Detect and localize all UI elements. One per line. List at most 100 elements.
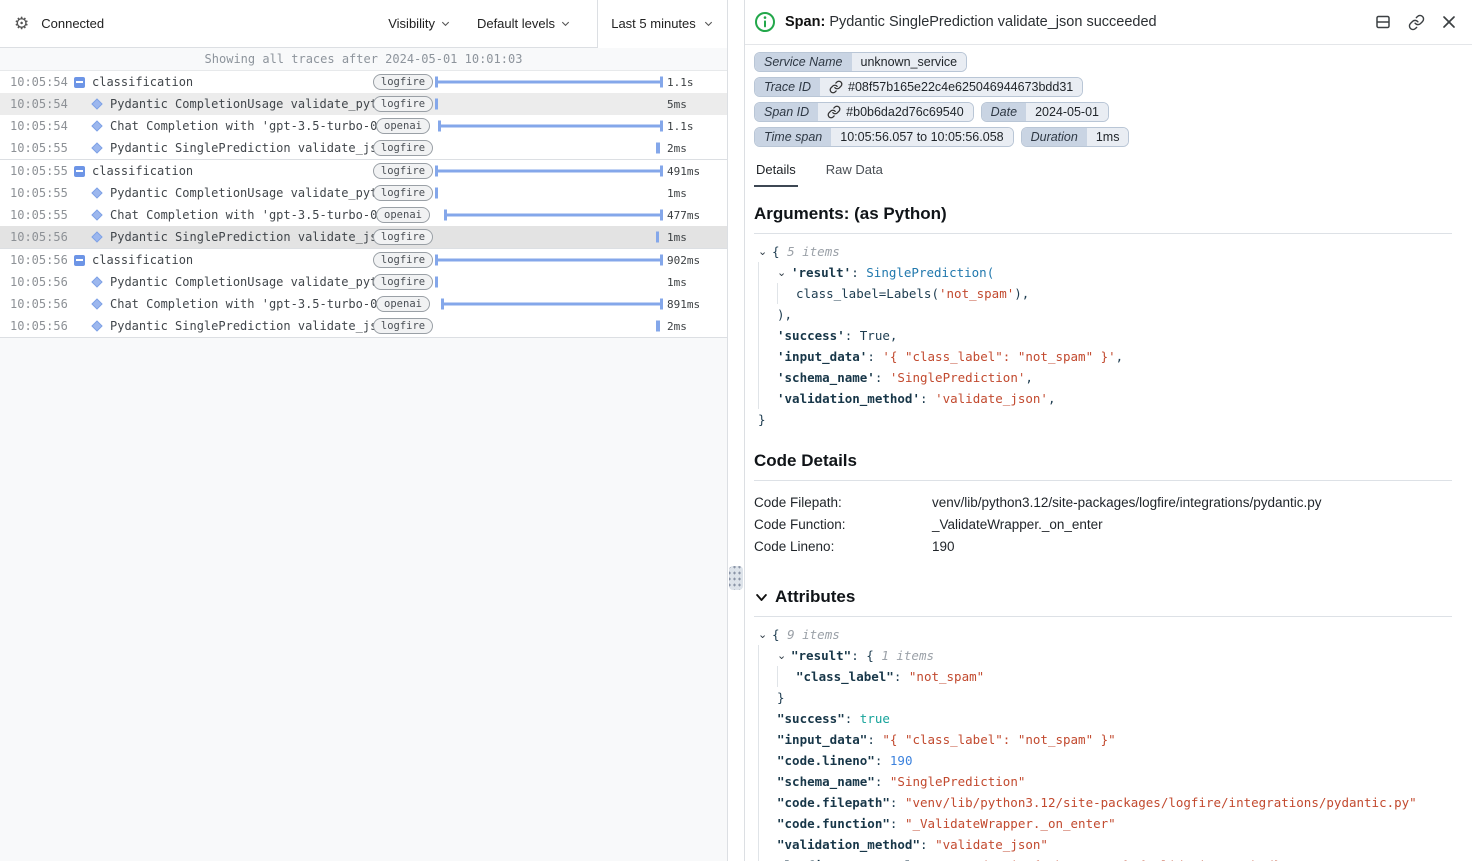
trace-timestamp: 10:05:56 bbox=[10, 275, 66, 289]
gear-icon[interactable]: ⚙ bbox=[14, 15, 29, 32]
trace-row[interactable]: 10:05:54 classification logfire 1.1s bbox=[0, 71, 727, 93]
trace-timestamp: 10:05:55 bbox=[10, 208, 66, 222]
code-token: : bbox=[875, 367, 890, 388]
copy-link-icon[interactable] bbox=[1408, 14, 1425, 31]
drag-handle[interactable] bbox=[729, 566, 743, 590]
code-token: class_label=Labels( bbox=[796, 283, 939, 304]
indent-guide bbox=[758, 813, 777, 834]
visibility-dropdown[interactable]: Visibility bbox=[388, 16, 451, 31]
chip-value: #08f57b165e22c4e625046944673bdd31 bbox=[820, 78, 1082, 96]
span-kind-icon bbox=[90, 189, 104, 197]
code-token: "code.filepath" bbox=[777, 792, 890, 813]
scope-badge: logfire bbox=[373, 252, 433, 268]
trace-timestamp: 10:05:54 bbox=[10, 119, 66, 133]
trace-row[interactable]: 10:05:55 classification logfire 491ms bbox=[0, 160, 727, 182]
duration-bar-track bbox=[435, 71, 663, 93]
duration-bar bbox=[435, 255, 663, 266]
chevron-down-icon bbox=[754, 590, 769, 605]
panel-layout-icon[interactable] bbox=[1375, 14, 1391, 30]
scope-badge-wrap: openai bbox=[379, 296, 427, 312]
indent-guide bbox=[758, 325, 777, 346]
code-line: "class_label": "not_spam" bbox=[758, 666, 1452, 687]
code-token: "SinglePrediction" bbox=[890, 771, 1025, 792]
code-token: 'validate_json' bbox=[935, 388, 1048, 409]
collapse-toggle-icon[interactable] bbox=[72, 77, 86, 88]
code-token: "venv/lib/python3.12/site-packages/logfi… bbox=[905, 792, 1417, 813]
code-token: true bbox=[860, 708, 890, 729]
indent-guide bbox=[758, 645, 777, 666]
code-token: "not_spam" bbox=[909, 666, 984, 687]
scope-badge-wrap: openai bbox=[379, 207, 427, 223]
trace-row[interactable]: 10:05:56 Pydantic CompletionUsage valida… bbox=[0, 271, 727, 293]
duration-bar-track bbox=[435, 137, 663, 159]
code-token: : bbox=[943, 855, 958, 861]
kv-label: Code Function: bbox=[754, 514, 932, 536]
code-line: 'input_data': '{ "class_label": "not_spa… bbox=[758, 346, 1452, 367]
trace-id-chip[interactable]: Trace ID #08f57b165e22c4e625046944673bdd… bbox=[754, 77, 1083, 97]
section-divider bbox=[754, 480, 1452, 481]
trace-row-selected[interactable]: 10:05:56 Pydantic SinglePrediction valid… bbox=[0, 226, 727, 248]
trace-row[interactable]: 10:05:55 Chat Completion with 'gpt-3.5-t… bbox=[0, 204, 727, 226]
trace-row[interactable]: 10:05:56 classification logfire 902ms bbox=[0, 249, 727, 271]
chip-label: Time span bbox=[755, 128, 831, 146]
collapse-caret-icon[interactable]: ⌄ bbox=[777, 262, 791, 283]
trace-group: 10:05:54 classification logfire 1.1s 10:… bbox=[0, 71, 727, 160]
scope-badge-wrap: logfire bbox=[379, 229, 427, 245]
diamond-icon bbox=[91, 276, 102, 287]
span-title: Span: Pydantic SinglePrediction validate… bbox=[785, 14, 1366, 30]
code-token: : bbox=[845, 708, 860, 729]
indent-guide bbox=[758, 666, 777, 687]
minus-square-icon bbox=[74, 166, 85, 177]
trace-row[interactable]: 10:05:54 Pydantic CompletionUsage valida… bbox=[0, 93, 727, 115]
trace-row[interactable]: 10:05:56 Chat Completion with 'gpt-3.5-t… bbox=[0, 293, 727, 315]
trace-row[interactable]: 10:05:54 Chat Completion with 'gpt-3.5-t… bbox=[0, 115, 727, 137]
collapse-caret-icon[interactable]: ⌄ bbox=[758, 624, 772, 645]
duration-label: 902ms bbox=[667, 254, 723, 267]
duration-bar bbox=[441, 299, 663, 310]
span-detail-panel: Span: Pydantic SinglePrediction validate… bbox=[744, 0, 1472, 861]
trace-row[interactable]: 10:05:55 Pydantic SinglePrediction valid… bbox=[0, 137, 727, 159]
scope-badge-wrap: logfire bbox=[379, 185, 427, 201]
minus-square-icon bbox=[74, 255, 85, 266]
duration-bar bbox=[435, 188, 438, 199]
span-name: Chat Completion with 'gpt-3.5-turbo-0613… bbox=[110, 119, 379, 133]
code-line: } bbox=[758, 409, 1452, 430]
code-token: "input_data" bbox=[777, 729, 867, 750]
span-name: Pydantic SinglePrediction validate_json bbox=[110, 141, 379, 155]
tab-raw-data[interactable]: Raw Data bbox=[824, 157, 885, 187]
scope-badge-wrap: logfire bbox=[379, 140, 427, 156]
code-line: "input_data": "{ "class_label": "not_spa… bbox=[758, 729, 1452, 750]
chip-label: Date bbox=[982, 103, 1026, 121]
arguments-heading: Arguments: (as Python) bbox=[754, 204, 1452, 224]
collapse-caret-icon[interactable]: ⌄ bbox=[777, 645, 791, 666]
trace-row[interactable]: 10:05:55 Pydantic CompletionUsage valida… bbox=[0, 182, 727, 204]
diamond-icon bbox=[91, 98, 102, 109]
trace-timestamp: 10:05:56 bbox=[10, 297, 66, 311]
chip-value: 2024-05-01 bbox=[1026, 103, 1108, 121]
scope-badge-wrap: logfire bbox=[379, 252, 427, 268]
span-id-chip[interactable]: Span ID #b0b6da2d76c69540 bbox=[754, 102, 974, 122]
indent-guide bbox=[758, 388, 777, 409]
span-kind-icon bbox=[90, 122, 104, 130]
default-levels-dropdown[interactable]: Default levels bbox=[477, 16, 571, 31]
code-token: 'success' bbox=[777, 325, 845, 346]
collapse-caret-icon[interactable]: ⌄ bbox=[758, 241, 772, 262]
indent-guide bbox=[777, 666, 796, 687]
span-name: Pydantic CompletionUsage validate_python bbox=[110, 186, 379, 200]
tab-details[interactable]: Details bbox=[754, 157, 798, 187]
span-kind-icon bbox=[90, 300, 104, 308]
duration-bar bbox=[435, 77, 663, 88]
duration-bar-track bbox=[435, 226, 663, 248]
indent-guide bbox=[758, 687, 777, 708]
trace-row[interactable]: 10:05:56 Pydantic SinglePrediction valid… bbox=[0, 315, 727, 337]
code-token: "code.lineno" bbox=[777, 750, 875, 771]
code-token: 'result' bbox=[791, 262, 851, 283]
collapse-toggle-icon[interactable] bbox=[72, 166, 86, 177]
attributes-code-block: ⌄{ 9 items⌄"result": { 1 items"class_lab… bbox=[754, 617, 1452, 861]
attributes-heading[interactable]: Attributes bbox=[754, 587, 1452, 607]
collapse-toggle-icon[interactable] bbox=[72, 255, 86, 266]
close-icon[interactable] bbox=[1442, 15, 1456, 29]
duration-bar bbox=[435, 277, 438, 288]
span-name: Pydantic CompletionUsage validate_python bbox=[110, 275, 379, 289]
time-range-dropdown[interactable]: Last 5 minutes bbox=[597, 0, 727, 48]
